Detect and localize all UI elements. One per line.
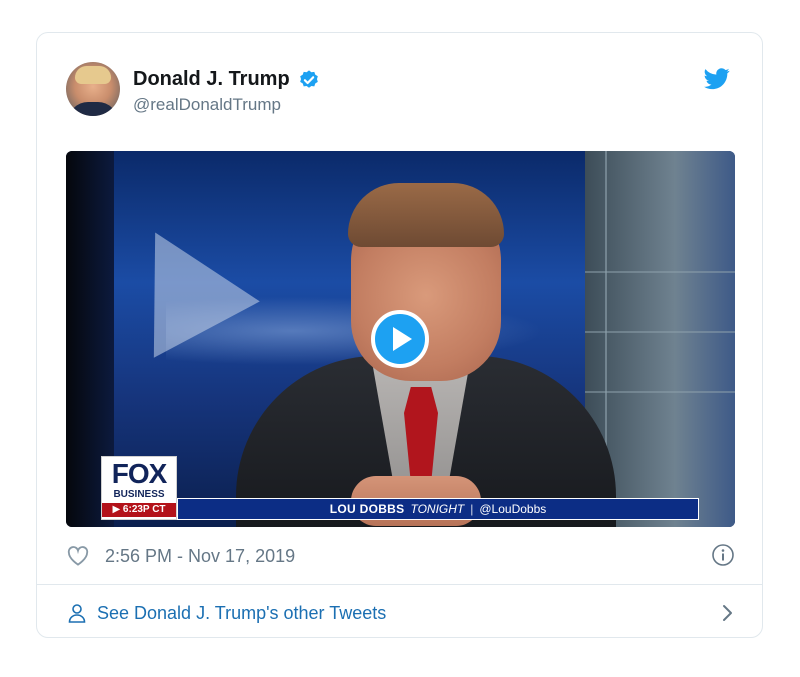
- person-icon: [67, 603, 87, 623]
- heart-icon[interactable]: [67, 546, 89, 566]
- info-icon[interactable]: [711, 543, 735, 567]
- show-suffix: TONIGHT: [410, 502, 465, 516]
- other-tweets-link[interactable]: See Donald J. Trump's other Tweets: [67, 598, 735, 628]
- author-name-row: Donald J. Trump: [133, 68, 320, 91]
- network-sub-text: BUSINESS: [113, 489, 165, 500]
- anchor-hair: [348, 183, 504, 247]
- twitter-bird-icon[interactable]: [704, 68, 730, 90]
- network-logo: FOX BUSINESS ▶ 6:23P CT: [101, 456, 177, 520]
- video-player[interactable]: FOX BUSINESS ▶ 6:23P CT LOU DOBBS TONIGH…: [66, 151, 735, 527]
- author-name[interactable]: Donald J. Trump: [133, 68, 290, 91]
- lower-third-banner: LOU DOBBS TONIGHT | @LouDobbs: [177, 498, 699, 520]
- tweet-timestamp[interactable]: 2:56 PM - Nov 17, 2019: [105, 546, 295, 567]
- tweet-card: Donald J. Trump @realDonaldTrump FOX BUS…: [36, 32, 763, 638]
- show-handle: @LouDobbs: [479, 502, 547, 516]
- footer-divider: [37, 584, 762, 585]
- show-name: LOU DOBBS: [329, 502, 405, 516]
- other-tweets-label[interactable]: See Donald J. Trump's other Tweets: [97, 603, 386, 624]
- avatar-hair: [75, 66, 111, 84]
- author-handle[interactable]: @realDonaldTrump: [133, 95, 281, 115]
- avatar-suit: [68, 102, 118, 116]
- tweet-meta-row: 2:56 PM - Nov 17, 2019: [67, 541, 735, 571]
- air-time: ▶ 6:23P CT: [102, 503, 176, 517]
- author-avatar[interactable]: [66, 62, 120, 116]
- verified-badge-icon: [298, 69, 320, 91]
- play-button[interactable]: [371, 310, 429, 368]
- lower-third-separator: |: [470, 502, 474, 516]
- chevron-right-icon[interactable]: [721, 603, 735, 623]
- play-icon: [393, 327, 412, 351]
- network-logo-text: FOX: [111, 458, 168, 489]
